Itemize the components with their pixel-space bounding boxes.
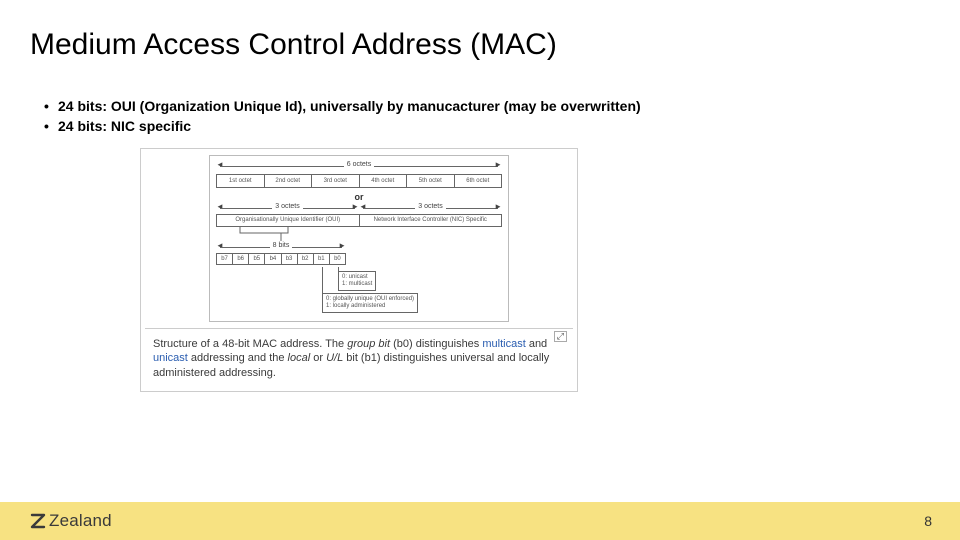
brand-logo: Zealand [30, 511, 112, 531]
bit-cell: b5 [249, 254, 265, 264]
octet-cell: 1st octet [217, 175, 265, 187]
left-three-octets-arrow: ◄► 3 octets [216, 204, 359, 214]
link-multicast[interactable]: multicast [482, 338, 525, 350]
annot-b0: 0: unicast 1: multicast [338, 271, 376, 291]
figure-caption: ⤢ Structure of a 48-bit MAC address. The… [145, 328, 573, 388]
bullet-item: 24 bits: OUI (Organization Unique Id), u… [44, 98, 930, 114]
octet-cell: 3rd octet [312, 175, 360, 187]
eight-bits-arrow: ◄► 8 bits [216, 243, 346, 253]
octet-cell: 2nd octet [265, 175, 313, 187]
bit-row: b7 b6 b5 b4 b3 b2 b1 b0 [216, 253, 346, 265]
bit-cell: b4 [265, 254, 281, 264]
page-title: Medium Access Control Address (MAC) [30, 28, 930, 62]
bullet-item: 24 bits: NIC specific [44, 118, 930, 134]
or-label: or [216, 192, 502, 202]
six-octets-arrow: ◄► 6 octets [216, 162, 502, 172]
octet-row: 1st octet 2nd octet 3rd octet 4th octet … [216, 174, 502, 188]
figure-container: ◄► 6 octets 1st octet 2nd octet 3rd octe… [140, 148, 578, 392]
nic-cell: Network Interface Controller (NIC) Speci… [360, 215, 502, 226]
bit-cell: b6 [233, 254, 249, 264]
bit-cell: b7 [217, 254, 233, 264]
expand-icon[interactable]: ⤢ [554, 331, 567, 342]
bit-cell: b0 [330, 254, 345, 264]
half-row: Organisationally Unique Identifier (OUI)… [216, 214, 502, 227]
oui-cell: Organisationally Unique Identifier (OUI) [217, 215, 360, 226]
octet-cell: 4th octet [360, 175, 408, 187]
bit-cell: b2 [298, 254, 314, 264]
link-unicast[interactable]: unicast [153, 352, 188, 364]
bit-cell: b3 [282, 254, 298, 264]
right-three-octets-arrow: ◄► 3 octets [359, 204, 502, 214]
octet-cell: 5th octet [407, 175, 455, 187]
bullet-list: 24 bits: OUI (Organization Unique Id), u… [30, 98, 930, 134]
bit-cell: b1 [314, 254, 330, 264]
mac-diagram: ◄► 6 octets 1st octet 2nd octet 3rd octe… [209, 155, 509, 322]
bit-annotations: 0: unicast 1: multicast 0: globally uniq… [216, 267, 502, 315]
brace-connectors [216, 227, 502, 241]
annot-b1: 0: globally unique (OUI enforced) 1: loc… [322, 293, 418, 313]
logo-text: Zealand [49, 511, 112, 531]
logo-icon [30, 513, 46, 529]
slide-footer: Zealand 8 [0, 502, 960, 540]
page-number: 8 [924, 513, 932, 529]
octet-cell: 6th octet [455, 175, 502, 187]
